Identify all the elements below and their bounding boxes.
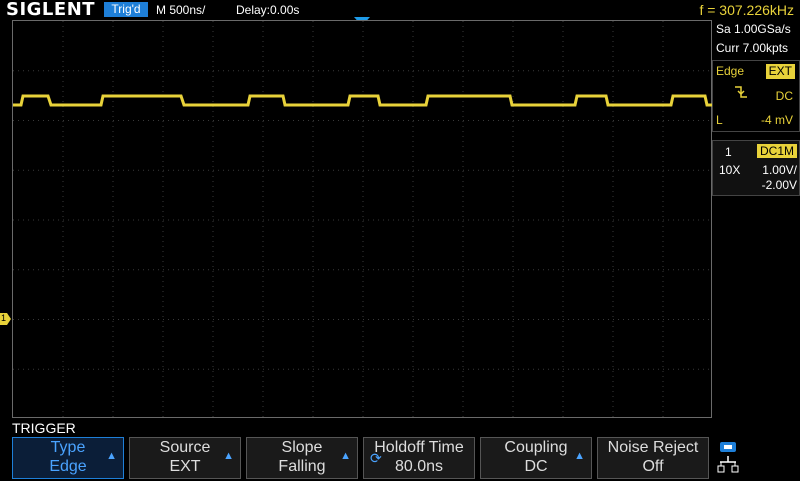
up-arrow-icon: ▲ [223, 450, 234, 462]
frequency-readout: f = 307.226kHz [699, 2, 794, 18]
up-arrow-icon: ▲ [340, 450, 351, 462]
up-arrow-icon: ▲ [574, 450, 585, 462]
rotate-knob-icon: ⟳ [370, 450, 382, 466]
softkey-noise-reject[interactable]: Noise Reject Off [597, 437, 709, 479]
trigger-info-panel[interactable]: Edge EXT DC L -4 mV [712, 60, 800, 132]
falling-edge-icon [735, 86, 747, 98]
network-icon [717, 442, 739, 473]
trigger-level-value: -4 mV [760, 113, 793, 127]
acquisition-info: Sa 1.00GSa/s Curr 7.00kpts [712, 20, 800, 60]
waveform-display[interactable] [12, 20, 713, 419]
softkey-slope[interactable]: Slope Falling ▲ [246, 437, 358, 479]
timebase-readout: M 500ns/ [156, 3, 206, 17]
up-arrow-icon: ▲ [106, 450, 117, 462]
channel1-level-marker[interactable]: 1 [0, 312, 12, 325]
trigger-level-label: L [716, 113, 723, 127]
channel1-marker-label: 1 [1, 313, 7, 323]
vertical-offset: -2.00V [761, 178, 797, 192]
delay-readout: Delay:0.00s [236, 3, 300, 17]
softkey-source[interactable]: Source EXT ▲ [129, 437, 241, 479]
graticule [13, 21, 713, 419]
memory-depth: Curr 7.00kpts [716, 41, 789, 55]
softkey-noise-reject-label: Noise Reject [607, 439, 699, 456]
trigger-type: Edge [716, 64, 745, 78]
softkey-coupling[interactable]: Coupling DC ▲ [480, 437, 592, 479]
channel-number: 1 [725, 145, 732, 159]
trigger-source-badge: EXT [765, 64, 795, 79]
softkey-holdoff-time[interactable]: ⟳ Holdoff Time 80.0ns [363, 437, 475, 479]
softkey-type[interactable]: Type Edge ▲ [12, 437, 124, 479]
trigger-status-badge: Trig'd [104, 2, 148, 17]
channel1-waveform-trace [13, 94, 713, 107]
softkey-noise-reject-value: Off [642, 458, 664, 475]
sample-rate: Sa 1.00GSa/s [716, 22, 791, 36]
menu-title: TRIGGER [12, 420, 76, 436]
system-status-icons[interactable] [716, 440, 796, 478]
brand-logo: SIGLENT [6, 0, 96, 20]
channel-coupling-badge: DC1M [756, 144, 797, 158]
vertical-scale: 1.00V/ [762, 163, 797, 177]
probe-attenuation: 10X [719, 163, 741, 177]
channel1-info-panel[interactable]: 1 DC1M 10X 1.00V/ -2.00V [712, 140, 800, 196]
trigger-coupling: DC [775, 89, 793, 103]
